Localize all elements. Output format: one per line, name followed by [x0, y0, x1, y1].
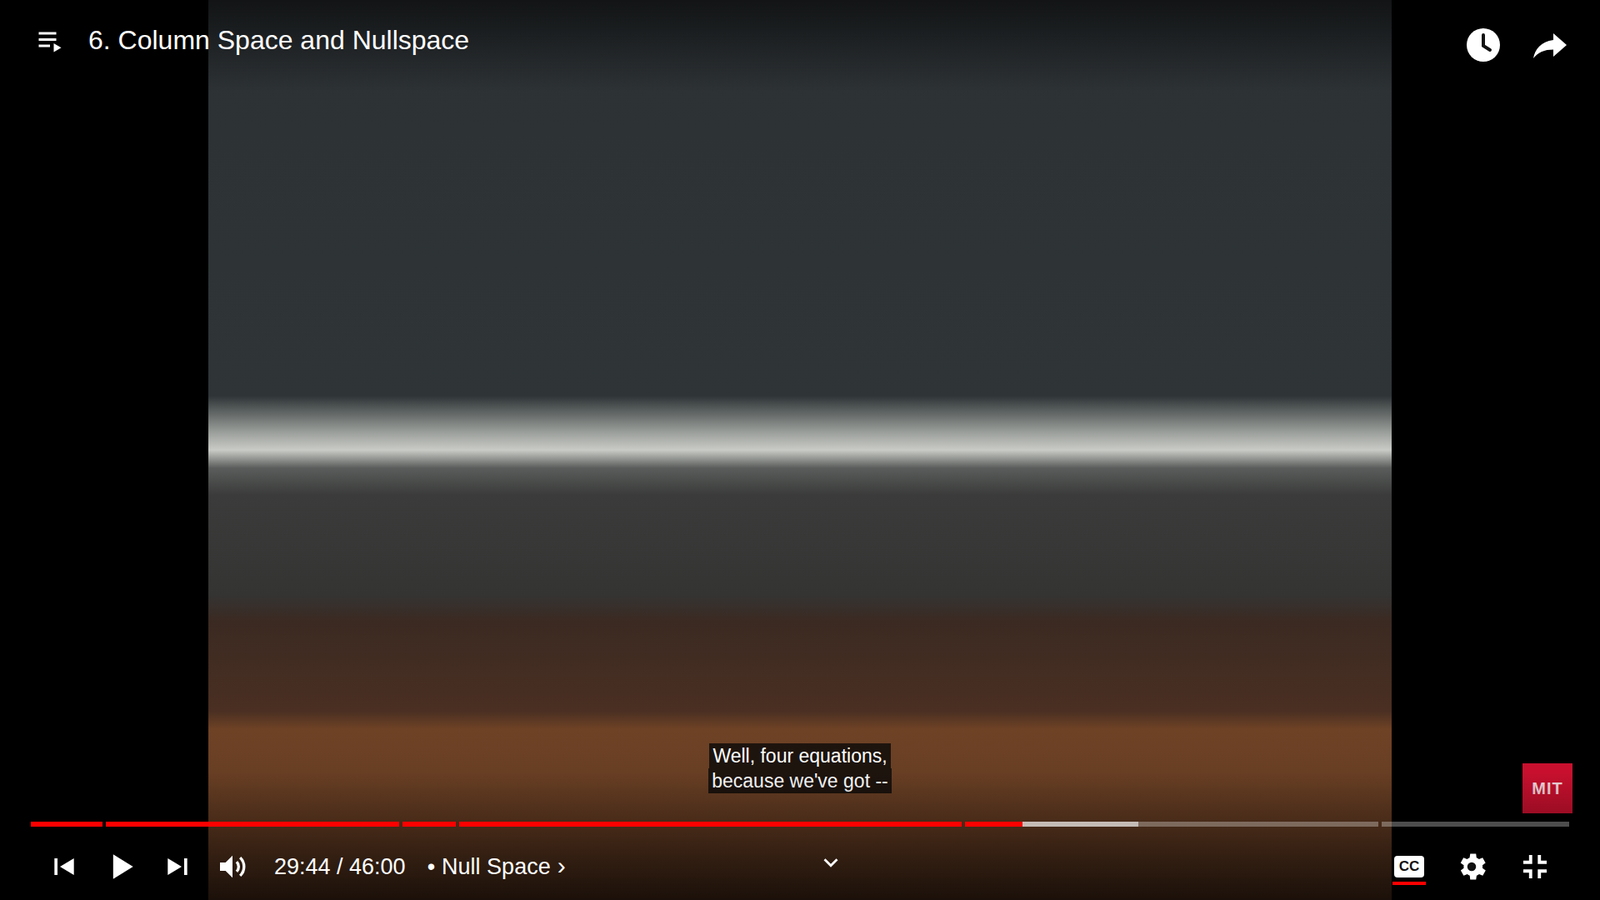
settings-icon[interactable]: [1454, 849, 1490, 885]
exit-fullscreen-icon[interactable]: [1517, 849, 1553, 885]
time-display: 29:44 / 46:00: [274, 854, 406, 880]
volume-icon[interactable]: [215, 850, 250, 884]
control-bar: 29:44 / 46:00 •Null Space› CC: [0, 771, 1600, 900]
caption-line: Well, four equations,: [709, 743, 890, 769]
share-icon[interactable]: [1530, 25, 1570, 65]
chapter-segment[interactable]: [459, 821, 962, 827]
top-bar: 6. Column Space and Nullspace: [0, 0, 1600, 92]
video-title[interactable]: 6. Column Space and Nullspace: [88, 25, 470, 56]
chapter-segment[interactable]: [965, 821, 1380, 827]
captions-button[interactable]: CC: [1392, 849, 1426, 885]
play-icon[interactable]: [102, 848, 140, 885]
previous-icon[interactable]: [47, 850, 81, 884]
progress-bar[interactable]: [30, 821, 1570, 827]
next-icon[interactable]: [160, 850, 195, 884]
playlist-icon[interactable]: [35, 25, 65, 56]
chapter-segment[interactable]: [30, 821, 103, 827]
chapter-segment[interactable]: [402, 821, 456, 827]
chapter-segment[interactable]: [105, 821, 400, 827]
video-player: 6. Column Space and Nullspace Well, four …: [0, 0, 1600, 900]
clock-icon[interactable]: [1463, 25, 1504, 65]
chevron-down-icon[interactable]: [818, 850, 844, 875]
chapter-title[interactable]: •Null Space›: [427, 854, 566, 880]
chapter-segment[interactable]: [1381, 821, 1570, 827]
